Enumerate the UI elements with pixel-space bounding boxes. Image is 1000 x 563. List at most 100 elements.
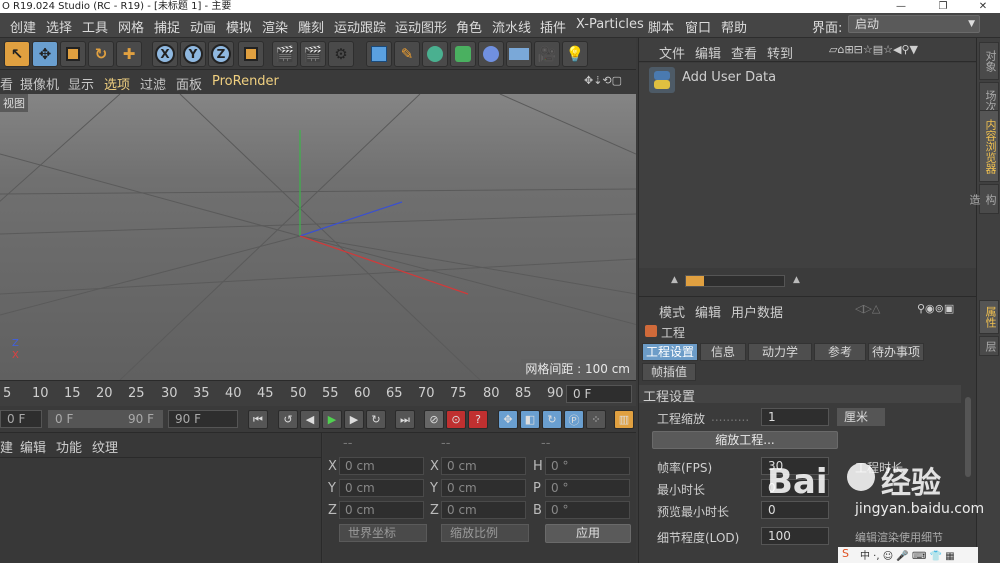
position-x-field[interactable]: 0 cm bbox=[339, 457, 424, 475]
timeline-window-button[interactable]: ▥ bbox=[614, 410, 634, 429]
key-scale-button[interactable]: ◧ bbox=[520, 410, 540, 429]
viewport-menu-prorender[interactable]: ProRender bbox=[212, 74, 279, 89]
rotate-tool-button[interactable]: ↻ bbox=[88, 41, 114, 67]
deformer-button[interactable] bbox=[478, 41, 504, 67]
viewport-menu-view[interactable]: 看 bbox=[0, 74, 13, 93]
render-to-picture-viewer-button[interactable]: 🎬 bbox=[300, 41, 326, 67]
tab-reference[interactable]: 参考 bbox=[814, 343, 866, 361]
go-to-end-button[interactable]: ⏭ bbox=[395, 410, 415, 429]
timeline-ruler[interactable]: 5 10 15 20 25 30 35 40 45 50 55 60 65 70… bbox=[0, 380, 636, 406]
menu-select[interactable]: 选择 bbox=[46, 17, 72, 36]
tab-frame-interpolation[interactable]: 帧插值 bbox=[642, 363, 696, 381]
viewport-menu-options[interactable]: 选项 bbox=[104, 74, 130, 93]
cb-menu-file[interactable]: 文件 bbox=[659, 43, 685, 62]
menu-snap[interactable]: 捕捉 bbox=[154, 17, 180, 36]
attributes-scrollbar[interactable] bbox=[965, 397, 971, 477]
light-button[interactable]: 💡 bbox=[562, 41, 588, 67]
axis-y-lock-button[interactable]: Y bbox=[180, 41, 206, 67]
cb-menu-view[interactable]: 查看 bbox=[731, 43, 757, 62]
previous-key-button[interactable]: ↺ bbox=[278, 410, 298, 429]
size-z-field[interactable]: 0 cm bbox=[441, 501, 526, 519]
menu-sculpt[interactable]: 雕刻 bbox=[298, 17, 324, 36]
current-frame-field[interactable]: 0 F bbox=[566, 385, 632, 403]
coordinate-system-button[interactable] bbox=[238, 41, 264, 67]
autokey-button[interactable]: ? bbox=[468, 410, 488, 429]
material-menu-function[interactable]: 功能 bbox=[56, 437, 82, 456]
menu-window[interactable]: 窗口 bbox=[685, 17, 711, 36]
menu-x-particles[interactable]: X-Particles bbox=[576, 17, 644, 32]
tab-dynamics[interactable]: 动力学 bbox=[748, 343, 812, 361]
viewport-menu-cameras[interactable]: 摄像机 bbox=[20, 74, 59, 93]
menu-pipeline[interactable]: 流水线 bbox=[492, 17, 531, 36]
scale-project-button[interactable]: 缩放工程... bbox=[652, 431, 838, 449]
floor-object-button[interactable] bbox=[506, 41, 532, 67]
min-length-field[interactable]: 0 bbox=[761, 479, 829, 497]
previous-frame-button[interactable]: ◀ bbox=[300, 410, 320, 429]
menu-motion-tracking[interactable]: 运动跟踪 bbox=[334, 17, 386, 36]
side-tab-structure[interactable]: 构造 bbox=[968, 184, 999, 214]
rotation-p-field[interactable]: 0 ° bbox=[545, 479, 630, 497]
cb-menu-goto[interactable]: 转到 bbox=[767, 43, 793, 62]
material-menu-edit[interactable]: 编辑 bbox=[20, 437, 46, 456]
fps-field[interactable]: 30 bbox=[761, 457, 829, 475]
camera-button[interactable]: 🎥 bbox=[534, 41, 560, 67]
scale-tool-button[interactable] bbox=[60, 41, 86, 67]
menu-render[interactable]: 渲染 bbox=[262, 17, 288, 36]
tab-info[interactable]: 信息 bbox=[700, 343, 746, 361]
attr-toolbar-icons[interactable]: ⚲◉⊚▣ bbox=[917, 302, 954, 315]
3d-viewport[interactable]: 视图 Z X 网格间距 : 100 cm bbox=[0, 94, 636, 380]
cube-object-button[interactable] bbox=[366, 41, 392, 67]
menu-help[interactable]: 帮助 bbox=[721, 17, 747, 36]
attr-menu-mode[interactable]: 模式 bbox=[659, 302, 685, 321]
thumbnail-size-slider[interactable] bbox=[685, 275, 785, 287]
cb-menu-edit[interactable]: 编辑 bbox=[695, 43, 721, 62]
side-tab-content-browser[interactable]: 内容浏览器 bbox=[979, 110, 999, 182]
menu-tools[interactable]: 工具 bbox=[82, 17, 108, 36]
position-y-field[interactable]: 0 cm bbox=[339, 479, 424, 497]
python-icon[interactable] bbox=[649, 67, 675, 93]
recent-tool-button[interactable]: ✚ bbox=[116, 41, 142, 67]
layout-select[interactable]: 启动 ▼ bbox=[848, 15, 980, 33]
render-settings-button[interactable]: ⚙ bbox=[328, 41, 354, 67]
play-button[interactable]: ▶ bbox=[322, 410, 342, 429]
close-button[interactable]: ✕ bbox=[968, 0, 998, 13]
rotation-b-field[interactable]: 0 ° bbox=[545, 501, 630, 519]
go-to-start-button[interactable]: ⏮ bbox=[248, 410, 268, 429]
attr-menu-edit[interactable]: 编辑 bbox=[695, 302, 721, 321]
side-tab-objects[interactable]: 对象 bbox=[979, 42, 999, 80]
range-start-field[interactable]: 0 F bbox=[48, 410, 103, 428]
menu-create[interactable]: 创建 bbox=[10, 17, 36, 36]
menu-character[interactable]: 角色 bbox=[456, 17, 482, 36]
size-y-field[interactable]: 0 cm bbox=[441, 479, 526, 497]
range-end-field[interactable]: 90 F bbox=[103, 410, 163, 428]
viewport-menu-display[interactable]: 显示 bbox=[68, 74, 94, 93]
attr-menu-userdata[interactable]: 用户数据 bbox=[731, 302, 783, 321]
record-active-button[interactable]: ⊙ bbox=[446, 410, 466, 429]
menu-mesh[interactable]: 网格 bbox=[118, 17, 144, 36]
start-frame-field[interactable]: 0 F bbox=[0, 410, 42, 428]
axis-z-lock-button[interactable]: Z bbox=[208, 41, 234, 67]
next-frame-button[interactable]: ▶ bbox=[344, 410, 364, 429]
cloner-button[interactable] bbox=[450, 41, 476, 67]
zoom-small-icon[interactable]: ▲ bbox=[671, 275, 678, 285]
pen-spline-button[interactable]: ✎ bbox=[394, 41, 420, 67]
coordinate-space-dropdown[interactable]: 世界坐标 bbox=[339, 524, 427, 542]
end-frame-field[interactable]: 90 F bbox=[168, 410, 238, 428]
side-tab-layers[interactable]: 层 bbox=[979, 336, 999, 356]
lod-field[interactable]: 100 bbox=[761, 527, 829, 545]
tab-project-settings[interactable]: 工程设置 bbox=[642, 343, 698, 361]
zoom-large-icon[interactable]: ▲ bbox=[793, 275, 800, 285]
attr-nav-icons[interactable]: ◁▷△ bbox=[855, 302, 880, 315]
position-z-field[interactable]: 0 cm bbox=[339, 501, 424, 519]
menu-plugins[interactable]: 插件 bbox=[540, 17, 566, 36]
material-menu-texture[interactable]: 纹理 bbox=[92, 437, 118, 456]
preview-min-length-field[interactable]: 0 bbox=[761, 501, 829, 519]
cb-toolbar-icons[interactable]: ▱⌂⊞⊟☆▤☆◀⚲▼ bbox=[829, 43, 918, 56]
live-select-button[interactable]: ↖ bbox=[4, 41, 30, 67]
move-tool-button[interactable]: ✥ bbox=[32, 41, 58, 67]
maximize-button[interactable]: ❐ bbox=[928, 0, 958, 13]
minimize-button[interactable]: — bbox=[886, 0, 916, 13]
render-view-button[interactable]: 🎬 bbox=[272, 41, 298, 67]
add-user-data-item[interactable]: Add User Data bbox=[682, 70, 776, 85]
key-rotation-button[interactable]: ↻ bbox=[542, 410, 562, 429]
